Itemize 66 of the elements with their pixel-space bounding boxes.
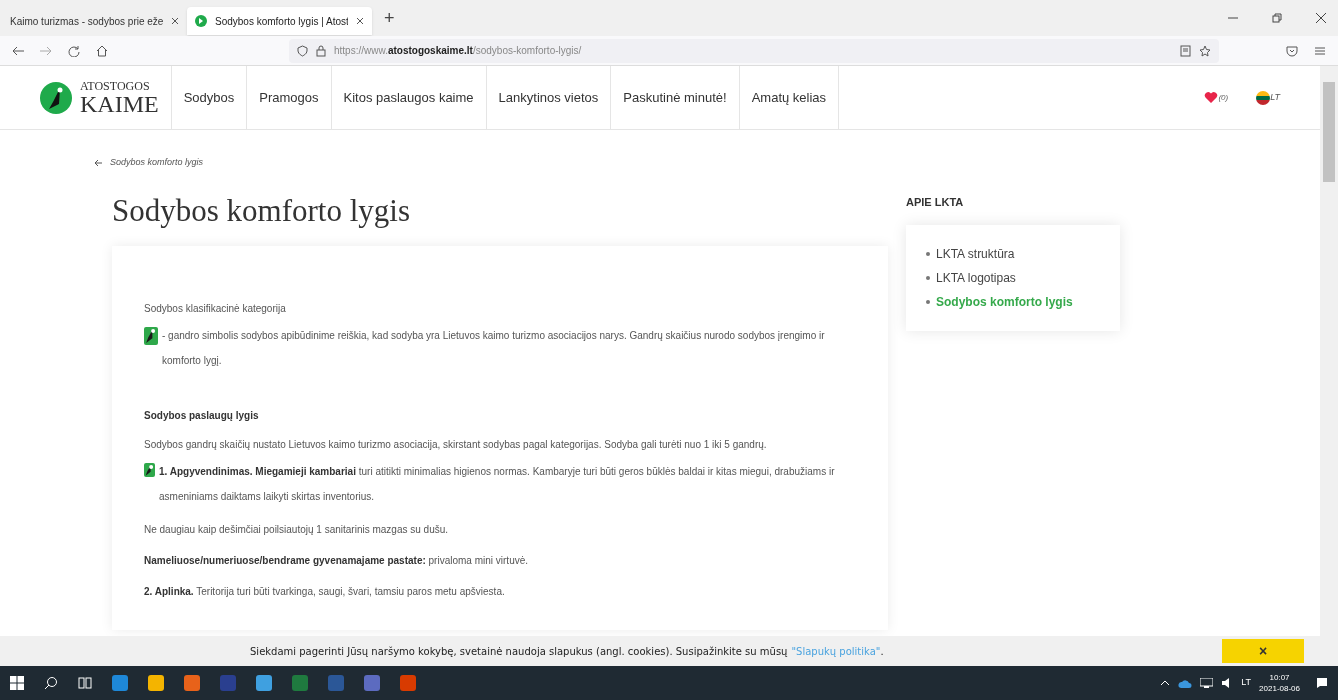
sidebar-heading: APIE LKTA — [906, 195, 965, 210]
flag-icon[interactable] — [1256, 90, 1271, 105]
page-title: Sodybos komforto lygis — [112, 191, 411, 230]
back-arrow-icon[interactable] — [94, 158, 102, 167]
paragraph: Sodybos gandrų skaičių nustato Lietuvos kaimo turizmo asociacija, skirstant sodybas pagal kategorijas. Sodyba gali turėti nuo 1 iki 5 gandrų. — [144, 438, 768, 452]
browser-tab[interactable]: Sodybos komforto lygis | Atost — [187, 7, 372, 35]
paragraph: - gandro simbolis sodybos apibūdinime reiškia, kad sodyba yra Lietuvos kaimo turizmo asociacijos narys. Gandrų skaičius nurodo sodybos įrengimo ir komforto lygį. — [162, 329, 826, 368]
close-icon[interactable] — [171, 17, 179, 25]
chevron-up-icon[interactable] — [1160, 680, 1171, 686]
address-bar[interactable]: https://www.atostogoskaime.lt/sodybos-komforto-lygis/ — [289, 38, 1219, 63]
sidebar-link[interactable]: LKTA struktūra — [936, 244, 1015, 263]
breadcrumb-link[interactable]: Sodybos komforto lygis — [110, 156, 204, 170]
nav-link[interactable]: Amatų kelias — [738, 66, 840, 130]
nav-link[interactable]: Kitos paslaugos kaime — [330, 66, 486, 130]
reader-view-icon[interactable] — [1180, 44, 1191, 57]
nav-link[interactable]: Pramogos — [246, 66, 331, 130]
browser-tab[interactable]: Kaimo turizmas - sodybos prie eže — [2, 7, 187, 35]
shield-icon — [297, 44, 308, 57]
pocket-icon[interactable] — [1286, 44, 1298, 57]
back-icon[interactable] — [12, 45, 24, 56]
bullet-icon — [926, 275, 930, 280]
punctuation-text: . — [880, 644, 884, 659]
paragraph: Sodybos klasifikacinė kategorija — [144, 302, 287, 316]
paragraph: Ne daugiau kaip dešimčiai poilsiautojų 1 sanitarinis mazgas su dušu. — [144, 523, 450, 537]
notification-icon[interactable] — [1316, 677, 1328, 689]
new-tab-button[interactable]: + — [384, 4, 395, 32]
bookmark-star-icon[interactable] — [1199, 44, 1211, 57]
cookie-notice-text: Siekdami pagerinti Jūsų naršymo kokybę, svetainė naudoja slapukus (angl. cookies). Susipažinkite su mūsų — [250, 644, 788, 659]
favicon-icon — [195, 15, 207, 27]
logo-text: ATOSTOGOS — [80, 79, 151, 92]
reload-icon[interactable] — [68, 44, 80, 57]
language-indicator[interactable]: LT — [1241, 676, 1252, 690]
nav-link[interactable]: Paskutinė minutė! — [610, 66, 739, 130]
windows-icon[interactable] — [10, 676, 24, 690]
date-text: 2021-08-06 — [1259, 683, 1300, 694]
paragraph: Nameliuose/numeriuose/bendrame gyvenamajame pastate: privaloma mini virtuvė. — [144, 554, 530, 568]
stork-icon — [144, 327, 158, 345]
task-view-icon[interactable] — [78, 676, 92, 690]
paragraph: 1. Apgyvendinimas. Miegamieji kambariai turi atitikti minimalias higienos normas. Kambaryje turi būti geros būklės baldai ir kitas miegui, drabužiams ir asmeniniams daiktams laikyti skirtas inventorius. — [159, 465, 836, 504]
favorites-count: (0) — [1218, 92, 1229, 104]
bullet-icon — [926, 251, 930, 256]
stork-icon — [144, 463, 155, 477]
lock-icon — [316, 44, 326, 57]
section-heading: Sodybos paslaugų lygis — [144, 409, 260, 423]
cloud-icon[interactable] — [1178, 678, 1193, 688]
bullet-icon — [926, 299, 930, 304]
paragraph: 2. Aplinka. Teritorija turi būti tvarkinga, saugi, švari, tamsiu paros metu apšviesta. — [144, 585, 506, 599]
restore-icon[interactable] — [1272, 13, 1282, 23]
clock[interactable]: 10:07 2021-08-06 — [1259, 672, 1300, 694]
url-text: https://www.atostogoskaime.lt/sodybos-komforto-lygis/ — [334, 44, 582, 58]
tab-title: Kaimo turizmas - sodybos prie eže — [10, 14, 163, 29]
nav-link[interactable]: Lankytinos vietos — [485, 66, 611, 130]
tab-title: Sodybos komforto lygis | Atost — [215, 14, 348, 29]
heart-icon[interactable] — [1204, 91, 1219, 104]
home-icon[interactable] — [96, 44, 108, 57]
stork-logo-icon — [40, 81, 72, 114]
close-icon[interactable] — [1316, 13, 1326, 23]
logo-text: KAIME — [80, 91, 159, 116]
network-icon[interactable] — [1200, 678, 1214, 688]
sidebar-link[interactable]: LKTA logotipas — [936, 268, 1016, 287]
time-text: 10:07 — [1269, 672, 1290, 683]
close-icon[interactable] — [356, 17, 364, 25]
nav-link[interactable]: Sodybos — [170, 66, 247, 130]
language-label[interactable]: LT — [1270, 91, 1280, 105]
close-button[interactable]: × — [1222, 639, 1304, 663]
search-icon[interactable] — [44, 676, 58, 690]
